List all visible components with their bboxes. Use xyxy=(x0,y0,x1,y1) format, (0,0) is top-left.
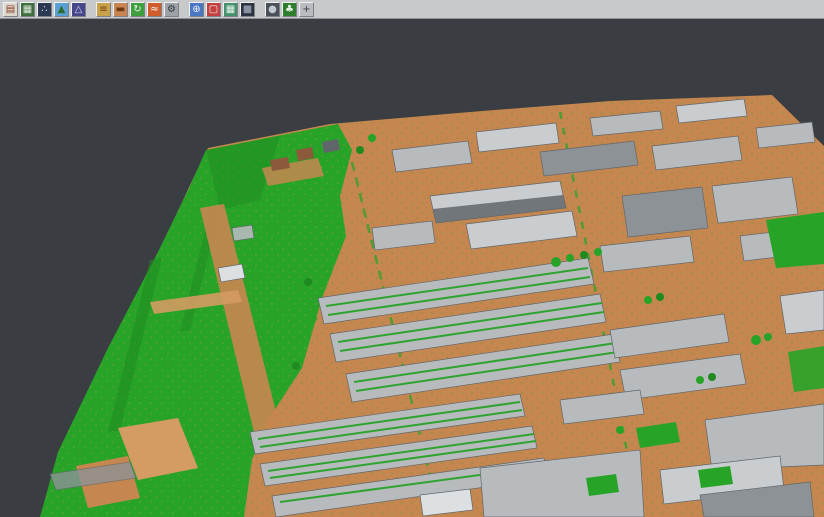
3d-viewport[interactable] xyxy=(0,0,824,517)
globe-icon[interactable]: ● xyxy=(265,2,280,17)
terrain-icon[interactable]: ▲ xyxy=(54,2,69,17)
palette-icon[interactable]: ≡ xyxy=(96,2,111,17)
application-window: ▤▦∴▲△≡▬↻≈⚙⊕▢▦■●♣+ xyxy=(0,0,824,517)
open-file-icon[interactable]: ▤ xyxy=(3,2,18,17)
layers-icon[interactable]: ▦ xyxy=(20,2,35,17)
ground-class-icon[interactable]: ▬ xyxy=(113,2,128,17)
refresh-icon[interactable]: ↻ xyxy=(130,2,145,17)
settings-icon[interactable]: ⚙ xyxy=(164,2,179,17)
vegetation-icon[interactable]: ♣ xyxy=(282,2,297,17)
mesh-icon[interactable]: △ xyxy=(71,2,86,17)
select-area-icon[interactable]: ▢ xyxy=(206,2,221,17)
toolbar: ▤▦∴▲△≡▬↻≈⚙⊕▢▦■●♣+ xyxy=(0,0,824,19)
help-icon[interactable]: + xyxy=(299,2,314,17)
point-cloud-icon[interactable]: ∴ xyxy=(37,2,52,17)
grid-icon[interactable]: ▦ xyxy=(223,2,238,17)
point-cloud-scene xyxy=(0,0,824,517)
crosshair-icon[interactable]: ⊕ xyxy=(189,2,204,17)
profile-icon[interactable]: ≈ xyxy=(147,2,162,17)
dark-view-icon[interactable]: ■ xyxy=(240,2,255,17)
